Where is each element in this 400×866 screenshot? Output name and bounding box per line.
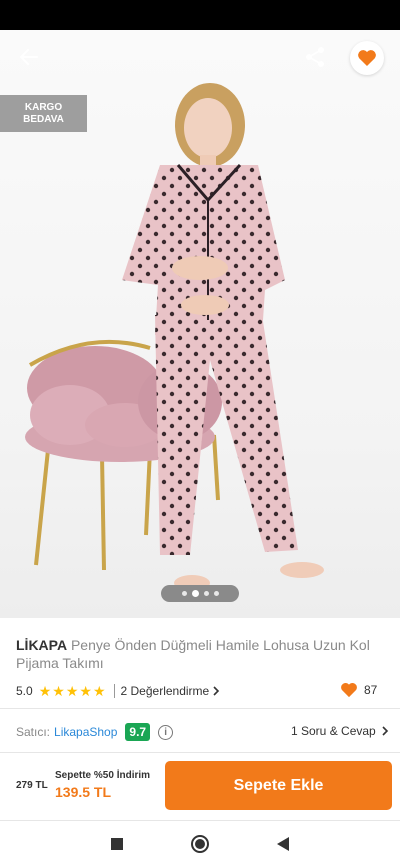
- rating-value: 5.0: [16, 684, 33, 698]
- product-title: LİKAPA Penye Önden Düğmeli Hamile Lohusa…: [16, 636, 386, 672]
- home-button[interactable]: [189, 833, 211, 855]
- rating-stars: ★ ★ ★ ★ ★: [39, 684, 106, 698]
- badge-line2: BEDAVA: [23, 113, 64, 125]
- heart-icon: [341, 682, 357, 698]
- free-shipping-badge: KARGO BEDAVA: [0, 95, 87, 132]
- status-bar: [0, 0, 400, 30]
- product-name: Penye Önden Düğmeli Hamile Lohusa Uzun K…: [16, 637, 370, 671]
- likes-count[interactable]: 87: [340, 682, 377, 698]
- qa-link[interactable]: 1 Soru & Cevap: [291, 724, 389, 738]
- price-box: Sepette %50 İndirim 139.5 TL: [55, 770, 150, 800]
- discounted-price: 139.5 TL: [55, 784, 112, 800]
- pager-dot[interactable]: [203, 591, 209, 596]
- qa-label: 1 Soru & Cevap: [291, 724, 376, 738]
- heart-icon: [358, 50, 376, 66]
- star-icon: ★: [79, 683, 92, 699]
- share-button[interactable]: [300, 42, 330, 72]
- square-icon: [111, 838, 123, 850]
- likes-value: 87: [364, 683, 378, 697]
- model: [122, 83, 324, 591]
- seller-label: Satıcı:: [16, 725, 51, 739]
- section-divider: [0, 752, 400, 753]
- star-icon: ★: [65, 683, 79, 699]
- divider: [113, 684, 115, 698]
- arrow-left-icon: [19, 48, 39, 66]
- pager-dot[interactable]: [213, 591, 219, 596]
- star-icon: ★: [38, 683, 52, 699]
- badge-line1: KARGO: [24, 101, 63, 113]
- share-icon: [306, 47, 324, 67]
- chevron-right-icon: [382, 726, 388, 736]
- reviews-link[interactable]: 2 Değerlendirme: [121, 684, 221, 698]
- pager-dot[interactable]: [181, 591, 187, 596]
- pager-dot-active[interactable]: [191, 590, 199, 597]
- star-icon: ★: [92, 683, 106, 699]
- favorite-button[interactable]: [350, 41, 384, 75]
- star-icon: ★: [52, 683, 65, 699]
- info-icon[interactable]: i: [158, 724, 174, 740]
- chevron-right-icon: [213, 686, 220, 696]
- back-button[interactable]: [14, 42, 44, 72]
- section-divider: [0, 708, 400, 709]
- seller-score-badge: 9.7: [125, 723, 151, 741]
- seller-name-link[interactable]: LikapaShop: [54, 725, 117, 739]
- add-to-cart-button[interactable]: Sepete Ekle: [165, 761, 392, 810]
- circle-icon: [191, 835, 209, 853]
- reviews-label: 2 Değerlendirme: [120, 684, 210, 698]
- rating-row: 5.0 ★ ★ ★ ★ ★ 2 Değerlendirme: [16, 682, 386, 700]
- product-brand[interactable]: LİKAPA: [16, 637, 67, 653]
- nav-back-button[interactable]: [272, 833, 294, 855]
- recent-apps-button[interactable]: [106, 833, 128, 855]
- promo-label: Sepette %50 İndirim: [55, 770, 151, 781]
- triangle-back-icon: [277, 837, 289, 851]
- gallery-pager[interactable]: [161, 585, 239, 602]
- top-bar: [0, 30, 400, 86]
- system-nav-bar: [0, 821, 400, 866]
- original-price: 279 TL: [16, 780, 48, 791]
